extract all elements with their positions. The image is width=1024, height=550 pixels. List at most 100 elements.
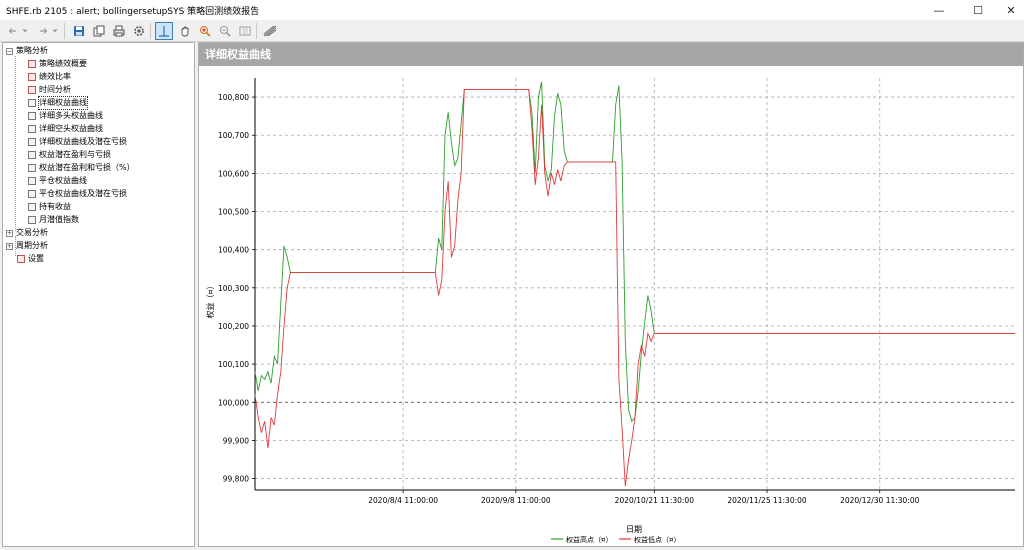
close-button[interactable]: ✕ — [994, 0, 1024, 20]
copy-icon[interactable] — [90, 22, 108, 40]
equity-high-line — [254, 81, 1015, 423]
tree-item-label: 详细多头权益曲线 — [39, 111, 103, 120]
tree-item-label: 绩效比率 — [39, 72, 71, 81]
y-tick-label: 100,000 — [218, 398, 249, 407]
pan-icon[interactable] — [176, 22, 194, 40]
tree-item-closed-equity-drawdown[interactable]: 平仓权益曲线及潜在亏损 — [28, 188, 127, 200]
y-tick-label: 100,400 — [218, 246, 249, 255]
legend: 权益高点（¤） 权益低点（¤） — [551, 535, 680, 544]
forward-dropdown-icon[interactable] — [50, 22, 60, 40]
tree-item-long-equity[interactable]: 详细多头权益曲线 — [28, 110, 103, 122]
tree-item-summary[interactable]: 策略绩效概要 — [28, 58, 87, 70]
toolbar-separator — [64, 23, 65, 39]
chart-icon — [28, 112, 36, 120]
tree-node-label: 设置 — [28, 254, 44, 263]
chart-icon — [28, 125, 36, 133]
tree-item-potential-pnl[interactable]: 权益潜在盈利与亏损 — [28, 149, 111, 161]
x-axis-label: 日期 — [626, 525, 642, 534]
crosshair-icon[interactable] — [155, 22, 173, 40]
tree-item-label: 策略绩效概要 — [39, 59, 87, 68]
tree-item-label: 持有收益 — [39, 202, 71, 211]
chart-icon — [28, 151, 36, 159]
tree-node-period-analysis[interactable]: + 周期分析 — [6, 240, 48, 252]
report-icon — [28, 73, 36, 81]
tree-node-trade-analysis[interactable]: + 交易分析 — [6, 227, 48, 239]
x-tick-label: 2020/12/30 11:30:00 — [840, 496, 920, 505]
tree-connector — [15, 56, 16, 231]
y-tick-label: 100,300 — [218, 284, 249, 293]
chart-icon — [28, 138, 36, 146]
tree-item-label: 平仓权益曲线 — [39, 176, 87, 185]
equity-chart[interactable]: 99,800 99,900 100,000 100,100 100,200 100,300… — [199, 66, 1023, 546]
reset-zoom-icon[interactable] — [236, 22, 254, 40]
toolbar-separator — [256, 23, 257, 39]
grid — [255, 78, 1015, 490]
tree-item-ratios[interactable]: 绩效比率 — [28, 71, 71, 83]
toolbar-separator — [150, 23, 151, 39]
chart-style-icon[interactable] — [261, 22, 279, 40]
navigation-tree: − 策略分析 策略绩效概要 绩效比率 时间分析 详细权益曲线 详细多头权益曲线 … — [2, 42, 195, 547]
tree-item-label: 详细空头权益曲线 — [39, 124, 103, 133]
minimize-button[interactable]: — — [922, 0, 956, 20]
y-tick-label: 100,100 — [218, 360, 249, 369]
y-tick-label: 100,700 — [218, 131, 249, 140]
legend-label: 权益低点（¤） — [634, 535, 680, 544]
tree-item-label: 详细权益曲线及潜在亏损 — [39, 137, 127, 146]
chart-icon — [28, 99, 36, 107]
tree-item-label: 详细权益曲线 — [38, 96, 88, 110]
x-tick-label: 2020/10/21 11:30:00 — [615, 496, 695, 505]
tree-item-time-analysis[interactable]: 时间分析 — [28, 84, 71, 96]
maximize-button[interactable]: ☐ — [961, 0, 995, 20]
x-tick-label: 2020/11/25 11:30:00 — [727, 496, 807, 505]
x-tick-label: 2020/8/4 11:00:00 — [368, 496, 438, 505]
tree-item-short-equity[interactable]: 详细空头权益曲线 — [28, 123, 103, 135]
settings-report-icon — [17, 255, 25, 263]
legend-label: 权益高点（¤） — [566, 535, 612, 544]
tree-node-label: 交易分析 — [16, 228, 48, 237]
chart-panel: 详细权益曲线 99,800 99,900 100,000 100,100 100,200… — [198, 42, 1024, 547]
zoom-out-icon[interactable] — [216, 22, 234, 40]
tree-item-potential-pnl-pct[interactable]: 权益潜在盈利和亏损（%） — [28, 162, 135, 174]
y-tick-label: 100,800 — [218, 93, 249, 102]
chart-icon — [28, 203, 36, 211]
y-tick-label: 100,500 — [218, 208, 249, 217]
collapse-icon[interactable]: − — [6, 47, 13, 55]
tree-item-label: 月潜值指数 — [39, 215, 79, 224]
tree-item-closed-equity[interactable]: 平仓权益曲线 — [28, 175, 87, 187]
tree-node-label: 周期分析 — [16, 241, 48, 250]
settings-icon[interactable] — [130, 22, 148, 40]
y-tick-label: 100,600 — [218, 169, 249, 178]
tree-item-label: 平仓权益曲线及潜在亏损 — [39, 189, 127, 198]
y-tick-label: 100,200 — [218, 322, 249, 331]
print-icon[interactable] — [110, 22, 128, 40]
chart-icon — [28, 216, 36, 224]
axes: 99,800 99,900 100,000 100,100 100,200 100,300… — [218, 78, 1015, 505]
save-icon[interactable] — [70, 22, 88, 40]
chart-icon — [28, 190, 36, 198]
tree-item-label: 权益潜在盈利和亏损（%） — [39, 163, 135, 172]
tree-item-holding-return[interactable]: 持有收益 — [28, 201, 71, 213]
tree-item-label: 时间分析 — [39, 85, 71, 94]
tree-item-monthly-index[interactable]: 月潜值指数 — [28, 214, 79, 226]
tree-node-label: 策略分析 — [16, 46, 48, 55]
toolbar — [0, 20, 1024, 42]
tree-node-settings[interactable]: 设置 — [17, 253, 44, 265]
tree-item-detailed-equity[interactable]: 详细权益曲线 — [28, 96, 88, 110]
y-tick-label: 99,800 — [223, 475, 249, 484]
tree-item-equity-drawdown[interactable]: 详细权益曲线及潜在亏损 — [28, 136, 127, 148]
expand-icon[interactable]: + — [6, 229, 13, 237]
back-dropdown-icon[interactable] — [20, 22, 30, 40]
window-title: SHFE.rb 2105 : alert; bollingersetupSYS … — [6, 7, 260, 17]
expand-icon[interactable]: + — [6, 242, 13, 250]
title-bar: SHFE.rb 2105 : alert; bollingersetupSYS … — [0, 0, 1024, 20]
zoom-in-icon[interactable] — [196, 22, 214, 40]
y-tick-label: 99,900 — [223, 436, 249, 445]
x-tick-label: 2020/9/8 11:00:00 — [481, 496, 551, 505]
tree-node-strategy-analysis[interactable]: − 策略分析 — [6, 45, 48, 57]
report-icon — [28, 60, 36, 68]
chart-icon — [28, 177, 36, 185]
report-icon — [28, 86, 36, 94]
series — [254, 81, 1015, 487]
y-axis-label: 权益（¤） — [205, 281, 215, 318]
tree-item-label: 权益潜在盈利与亏损 — [39, 150, 111, 159]
